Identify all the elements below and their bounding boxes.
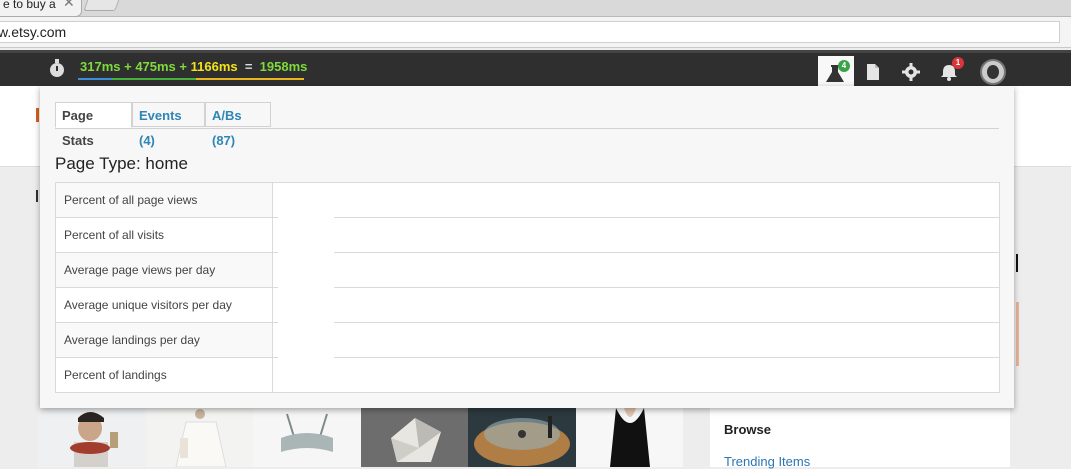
browser-tabstrip: e to buy a ✕ [0,0,1071,17]
admin-toolbar: 317ms + 475ms + 1166ms = 1958ms 4 1 [0,50,1071,89]
timing-total: 1958ms [259,59,308,74]
timing-bar-network [112,78,196,80]
document-icon [867,64,879,80]
row-label: Average landings per day [55,322,273,358]
browser-tab-title: e to buy a [3,0,56,11]
panel-tabs: Page Stats Events (4) A/Bs (87) [55,102,999,148]
row-value [272,322,1000,358]
row-label: Percent of landings [55,357,273,393]
table-row: Percent of all visits [55,217,1000,253]
url-text: w.etsy.com [0,24,67,40]
timing-equals: = [237,59,260,74]
timing-summary[interactable]: 317ms + 475ms + 1166ms = 1958ms [80,59,307,74]
photo-child[interactable] [38,408,146,467]
stats-table: Percent of all page views Percent of all… [55,182,1000,393]
row-label: Average unique visitors per day [55,287,273,323]
redacted-values [278,214,334,386]
featured-photos [38,408,683,467]
table-row: Average unique visitors per day [55,287,1000,323]
row-label: Average page views per day [55,252,273,288]
timing-plus: + [120,59,136,74]
table-row: Percent of all page views [55,182,1000,218]
flask-badge: 4 [838,60,850,72]
timing-bar-client [196,78,304,80]
tab-abs[interactable]: A/Bs (87) [205,102,271,148]
page-type-heading: Page Type: home [55,154,188,173]
avatar[interactable] [980,59,1006,85]
tab-close-icon[interactable]: ✕ [63,0,75,11]
notifications-button[interactable]: 1 [936,57,964,85]
timing-bar-server [78,78,112,80]
table-row: Average page views per day [55,252,1000,288]
row-value [272,182,1000,218]
timing-plus: + [175,59,191,74]
table-row: Average landings per day [55,322,1000,358]
site-accent-mark-right [1016,302,1019,366]
settings-button[interactable] [898,59,924,85]
gear-icon [902,63,920,81]
site-accent-mark [36,108,39,122]
stats-panel: Page Stats Events (4) A/Bs (87) Page Typ… [40,86,1014,408]
new-tab-button[interactable] [83,0,121,11]
row-value [272,217,1000,253]
row-value [272,357,1000,393]
timing-network: 475ms [135,59,176,74]
tab-page-stats[interactable]: Page Stats [55,102,132,148]
table-row: Percent of landings [55,357,1000,393]
stopwatch-icon[interactable] [50,59,64,77]
notifications-badge: 1 [952,57,964,69]
document-button[interactable] [860,59,886,85]
browse-panel: Browse Trending Items [710,408,1010,469]
row-label: Percent of all page views [55,182,273,218]
row-label: Percent of all visits [55,217,273,253]
photo-black-dress[interactable] [575,408,683,467]
browser-tab[interactable]: e to buy a ✕ [0,0,82,17]
row-value [272,287,1000,323]
timing-client: 1166ms [190,59,238,74]
url-field[interactable]: w.etsy.com [0,21,1060,43]
photo-bikini[interactable] [253,408,361,467]
flask-icon [826,65,844,82]
timing-server: 317ms [80,59,121,74]
photo-turntable[interactable] [468,408,576,467]
photo-dress-white[interactable] [145,408,253,467]
row-value [272,252,1000,288]
flask-button[interactable]: 4 [818,56,854,89]
site-mark [36,190,38,202]
browse-title: Browse [724,422,771,437]
photo-origami[interactable] [360,408,468,467]
tab-events[interactable]: Events (4) [132,102,205,148]
site-mark-right [1016,254,1018,272]
